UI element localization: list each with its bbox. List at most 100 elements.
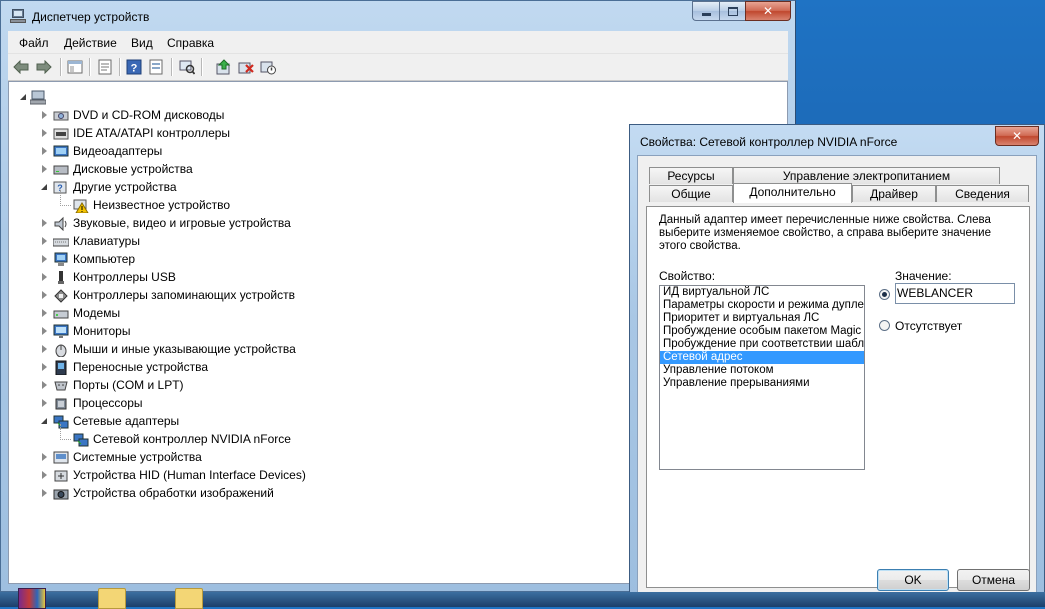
- ok-button[interactable]: OK: [877, 569, 949, 591]
- tree-category-item[interactable]: Системные устройства: [42, 448, 202, 466]
- expand-arrow-icon[interactable]: [42, 489, 47, 497]
- folder-icon[interactable]: [175, 588, 203, 609]
- port-icon: [54, 381, 68, 390]
- tree-category-item[interactable]: Процессоры: [42, 394, 143, 412]
- winrar-icon[interactable]: [18, 588, 46, 609]
- tree-category-item[interactable]: Порты (COM и LPT): [42, 376, 184, 394]
- value-label: Значение:: [895, 269, 952, 283]
- tree-category-item[interactable]: Устройства HID (Human Interface Devices): [42, 466, 306, 484]
- hid-icon: [54, 470, 68, 481]
- tree-category-item[interactable]: Контроллеры запоминающих устройств: [42, 286, 295, 304]
- tree-category-item[interactable]: Звуковые, видео и игровые устройства: [42, 214, 291, 232]
- scan-hardware-button[interactable]: [178, 58, 196, 76]
- expand-arrow-icon[interactable]: [42, 147, 47, 155]
- expand-arrow-icon[interactable]: [42, 327, 47, 335]
- expand-arrow-icon[interactable]: [42, 129, 47, 137]
- tree-root[interactable]: [20, 88, 50, 106]
- tree-item-label: Звуковые, видео и игровые устройства: [73, 216, 291, 230]
- toolbar-button[interactable]: [147, 58, 165, 76]
- property-list-item[interactable]: Пробуждение при соответствии шаблону: [660, 338, 864, 351]
- property-list-item[interactable]: Управление потоком: [660, 364, 864, 377]
- expand-arrow-icon[interactable]: [42, 237, 47, 245]
- collapse-arrow-icon[interactable]: [41, 184, 47, 190]
- tree-category-item[interactable]: Видеоадаптеры: [42, 142, 162, 160]
- usb-icon: [58, 270, 64, 284]
- tree-item-label: Мониторы: [73, 324, 131, 338]
- window-title: Диспетчер устройств: [32, 10, 150, 24]
- tree-item-label: Компьютер: [73, 252, 136, 266]
- help-button[interactable]: ?: [125, 58, 143, 76]
- property-list-item[interactable]: Сетевой адрес: [660, 351, 864, 364]
- dialog-close-button[interactable]: ✕: [995, 126, 1039, 146]
- property-list-item[interactable]: ИД виртуальной ЛС: [660, 286, 864, 299]
- tree-category-item[interactable]: Контроллеры USB: [42, 268, 176, 286]
- property-list-item[interactable]: Пробуждение особым пакетом Magic: [660, 325, 864, 338]
- property-list-item[interactable]: Параметры скорости и режима дуплекса: [660, 299, 864, 312]
- property-listbox[interactable]: ИД виртуальной ЛС Параметры скорости и ре…: [659, 285, 865, 470]
- tree-category-item[interactable]: ? Другие устройства: [41, 178, 177, 196]
- menu-action[interactable]: Действие: [64, 36, 117, 50]
- expand-arrow-icon[interactable]: [42, 255, 47, 263]
- expand-arrow-icon[interactable]: [42, 381, 47, 389]
- title-bar[interactable]: Диспетчер устройств ✕: [1, 1, 795, 31]
- expand-arrow-icon[interactable]: [42, 345, 47, 353]
- update-driver-button[interactable]: [215, 58, 233, 76]
- expand-arrow-icon[interactable]: [42, 111, 47, 119]
- collapse-arrow-icon[interactable]: [20, 94, 26, 100]
- expand-arrow-icon[interactable]: [42, 471, 47, 479]
- tree-category-item[interactable]: Дисковые устройства: [42, 160, 193, 178]
- property-list-item[interactable]: Управление прерываниями: [660, 377, 864, 390]
- property-list-item[interactable]: Приоритет и виртуальная ЛС: [660, 312, 864, 325]
- value-input[interactable]: WEBLANCER: [895, 283, 1015, 304]
- expand-arrow-icon[interactable]: [42, 291, 47, 299]
- menu-file[interactable]: Файл: [19, 36, 49, 50]
- cancel-button[interactable]: Отмена: [957, 569, 1030, 591]
- sound-icon: [54, 216, 67, 231]
- tree-category-item[interactable]: Компьютер: [42, 250, 136, 268]
- expand-arrow-icon[interactable]: [42, 309, 47, 317]
- tree-category-item[interactable]: Мониторы: [42, 322, 131, 340]
- value-radio[interactable]: [879, 289, 890, 300]
- show-tree-icon: [67, 60, 83, 74]
- collapse-arrow-icon[interactable]: [41, 418, 47, 424]
- forward-button[interactable]: [35, 58, 53, 76]
- tree-item-label: Системные устройства: [73, 450, 202, 464]
- tab-resources[interactable]: Ресурсы: [649, 167, 733, 184]
- tree-child-item[interactable]: Неизвестное устройство: [60, 190, 230, 214]
- tree-category-item[interactable]: Устройства обработки изображений: [42, 484, 274, 502]
- tab-details[interactable]: Сведения: [936, 185, 1029, 202]
- tab-power-management[interactable]: Управление электропитанием: [733, 167, 1000, 184]
- menu-view[interactable]: Вид: [131, 36, 153, 50]
- tree-category-item[interactable]: IDE ATA/ATAPI контроллеры: [42, 124, 230, 142]
- tree-category-item[interactable]: Переносные устройства: [42, 358, 208, 376]
- expand-arrow-icon[interactable]: [42, 363, 47, 371]
- expand-arrow-icon[interactable]: [42, 273, 47, 281]
- folder-icon[interactable]: [98, 588, 126, 609]
- absent-label: Отсутствует: [895, 319, 963, 333]
- tree-category-item[interactable]: Модемы: [42, 304, 120, 322]
- tree-category-item[interactable]: Сетевые адаптеры: [41, 412, 179, 430]
- close-button[interactable]: ✕: [745, 1, 791, 21]
- disable-device-button[interactable]: [259, 58, 277, 76]
- keyboard-icon: [53, 238, 69, 246]
- expand-arrow-icon[interactable]: [42, 453, 47, 461]
- properties-button[interactable]: [96, 58, 114, 76]
- absent-radio[interactable]: [879, 320, 890, 331]
- back-button[interactable]: [12, 58, 30, 76]
- tab-advanced[interactable]: Дополнительно: [733, 183, 852, 203]
- tree-category-item[interactable]: Мыши и иные указывающие устройства: [42, 340, 296, 358]
- minimize-button[interactable]: [692, 1, 719, 21]
- expand-arrow-icon[interactable]: [42, 165, 47, 173]
- uninstall-button[interactable]: [237, 58, 255, 76]
- tree-category-item[interactable]: Клавиатуры: [42, 232, 140, 250]
- tab-general[interactable]: Общие: [649, 185, 733, 202]
- expand-arrow-icon[interactable]: [42, 399, 47, 407]
- show-tree-button[interactable]: [66, 58, 84, 76]
- maximize-button[interactable]: [719, 1, 745, 21]
- tree-child-item[interactable]: Сетевой контроллер NVIDIA nForce: [60, 424, 291, 448]
- tree-category-item[interactable]: DVD и CD-ROM дисководы: [42, 106, 224, 124]
- display-adapter-icon: [53, 145, 69, 156]
- tab-driver[interactable]: Драйвер: [852, 185, 936, 202]
- menu-help[interactable]: Справка: [167, 36, 214, 50]
- expand-arrow-icon[interactable]: [42, 219, 47, 227]
